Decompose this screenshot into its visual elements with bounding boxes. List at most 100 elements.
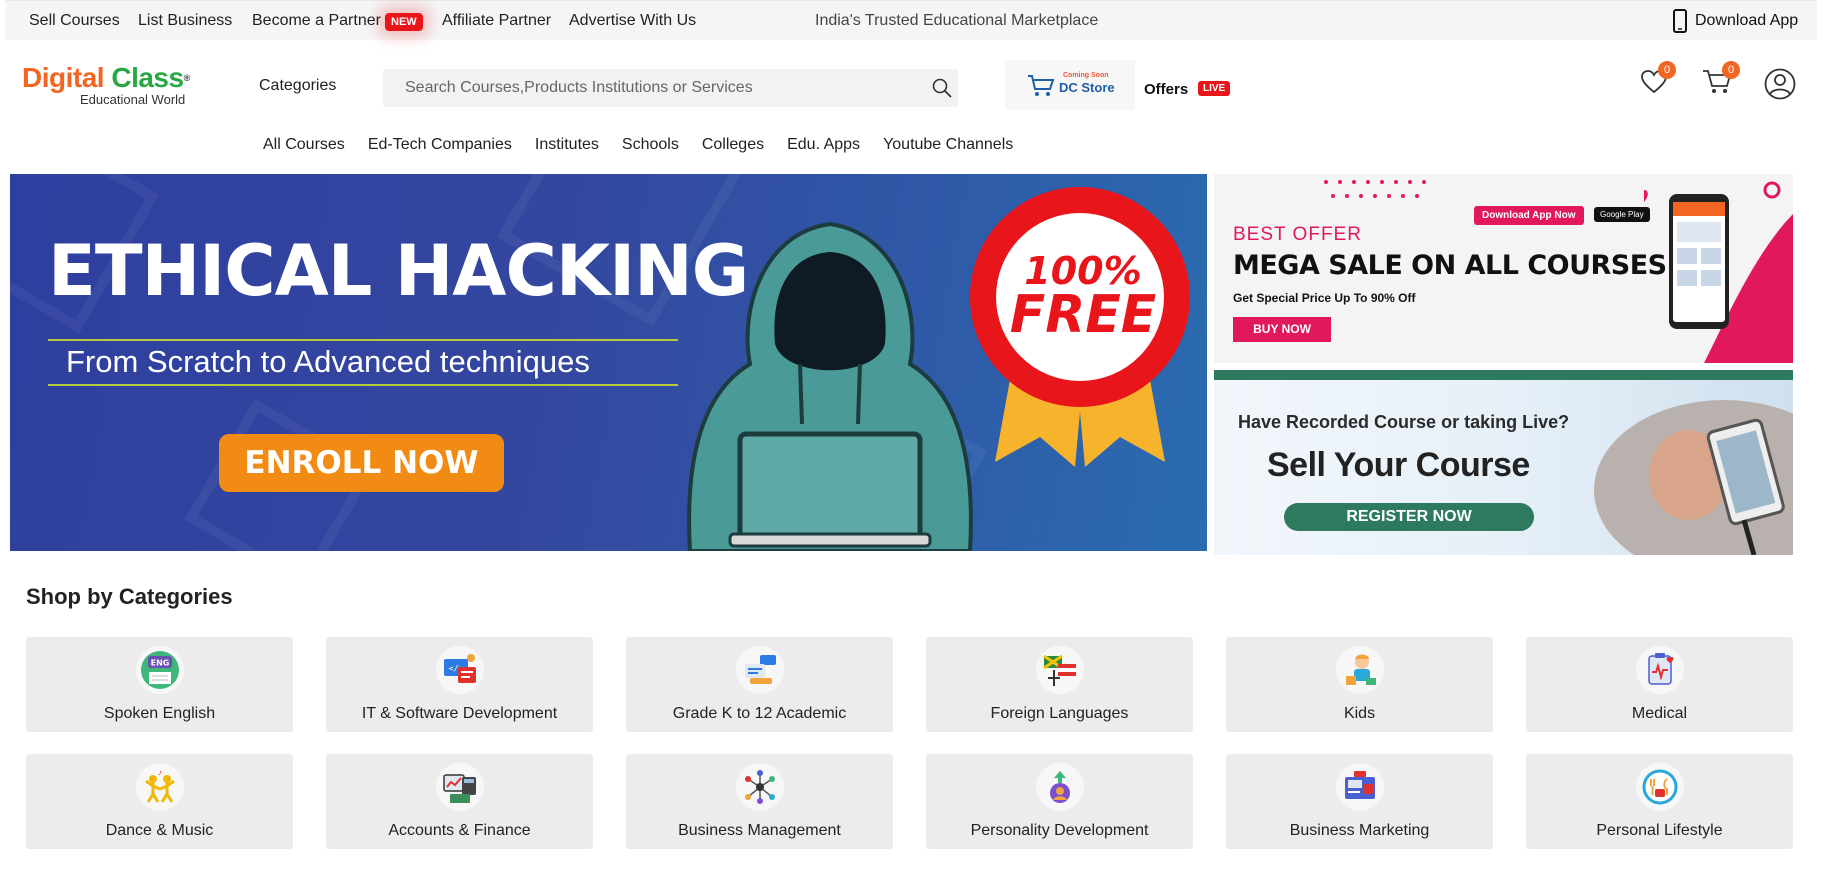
promo2-kicker: Have Recorded Course or taking Live? — [1238, 412, 1570, 432]
category-card-grade-k12[interactable]: Grade K to 12 Academic — [626, 637, 893, 732]
download-app-now-button[interactable]: Download App Now — [1474, 206, 1584, 225]
logo[interactable]: Digital Class® Educational World — [22, 64, 202, 110]
medical-icon — [1635, 646, 1684, 694]
nav-youtube-channels[interactable]: Youtube Channels — [883, 136, 1013, 154]
enroll-now-button[interactable]: ENROLL NOW — [219, 434, 504, 492]
categories-menu[interactable]: Categories — [259, 77, 336, 95]
promo1-headline: MEGA SALE ON ALL COURSES — [1233, 250, 1667, 281]
category-label: Accounts & Finance — [388, 822, 531, 839]
category-label: Personality Development — [970, 822, 1149, 839]
finance-icon — [435, 763, 484, 811]
category-card-business-marketing[interactable]: Business Marketing — [1226, 754, 1493, 849]
cart-button[interactable]: 0 — [1702, 61, 1740, 101]
wishlist-count: 0 — [1658, 61, 1676, 79]
buy-now-button[interactable]: BUY NOW — [1233, 317, 1331, 342]
affiliate-partner-link[interactable]: Affiliate Partner — [442, 12, 551, 30]
dc-store-soon: Coming Soon — [1063, 72, 1109, 79]
account-button[interactable] — [1764, 68, 1796, 105]
category-card-business-management[interactable]: Business Management — [626, 754, 893, 849]
register-now-button[interactable]: REGISTER NOW — [1284, 503, 1534, 531]
category-label: Dance & Music — [105, 822, 214, 839]
hacker-illustration — [687, 221, 973, 551]
category-label: IT & Software Development — [361, 705, 558, 722]
new-badge: NEW — [385, 13, 423, 31]
category-label: Personal Lifestyle — [1596, 822, 1723, 839]
network-icon — [735, 763, 784, 811]
promo1-sub: Get Special Price Up To 90% Off — [1233, 291, 1416, 305]
download-app-button[interactable]: Download App — [1673, 9, 1798, 33]
nav-schools[interactable]: Schools — [622, 136, 679, 154]
dance-icon: ♪ — [135, 763, 184, 811]
category-label: Foreign Languages — [990, 705, 1129, 722]
category-card-foreign-languages[interactable]: Foreign Languages — [926, 637, 1193, 732]
category-card-accounts-finance[interactable]: Accounts & Finance — [326, 754, 593, 849]
category-label: Spoken English — [103, 705, 216, 722]
dc-store-name: DC Store — [1059, 80, 1115, 95]
code-icon: </> — [435, 646, 484, 694]
svg-text:ENG: ENG — [150, 659, 169, 668]
lifestyle-icon — [1635, 763, 1684, 811]
hero-divider — [48, 384, 678, 386]
seal-bottom-text: FREE — [1010, 285, 1157, 345]
cart-store-icon — [1028, 75, 1055, 96]
user-icon — [1764, 68, 1796, 100]
search-bar — [383, 69, 958, 107]
download-app-label: Download App — [1695, 12, 1799, 29]
category-card-it-software[interactable]: </> IT & Software Development — [326, 637, 593, 732]
academic-icon — [735, 646, 784, 694]
search-icon[interactable] — [932, 78, 952, 103]
categories-grid: ENG Spoken English </> IT & Software Dev… — [26, 637, 1793, 849]
category-card-medical[interactable]: Medical — [1526, 637, 1793, 732]
category-card-spoken-english[interactable]: ENG Spoken English — [26, 637, 293, 732]
top-bar: Sell Courses List Business Become a Part… — [5, 0, 1817, 40]
tagline: India's Trusted Educational Marketplace — [815, 12, 1099, 29]
list-business-link[interactable]: List Business — [138, 12, 232, 30]
dots-decor — [1324, 180, 1426, 198]
free-seal-badge: 100% FREE — [970, 187, 1190, 467]
category-card-kids[interactable]: Kids — [1226, 637, 1493, 732]
eng-icon: ENG — [135, 646, 184, 694]
phone-icon — [1673, 9, 1687, 33]
category-label: Business Marketing — [1289, 822, 1430, 839]
live-badge: LIVE — [1198, 81, 1231, 96]
nav-edtech-companies[interactable]: Ed-Tech Companies — [368, 136, 512, 154]
nav-colleges[interactable]: Colleges — [702, 136, 764, 154]
become-partner-link[interactable]: Become a Partner — [252, 12, 381, 30]
main-nav: All Courses Ed-Tech Companies Institutes… — [263, 136, 1036, 154]
sell-course-banner[interactable]: Have Recorded Course or taking Live? Sel… — [1214, 370, 1793, 555]
promo1-kicker: BEST OFFER — [1233, 224, 1362, 245]
nav-all-courses[interactable]: All Courses — [263, 136, 345, 154]
phone-recording-photo — [1594, 400, 1793, 555]
nav-institutes[interactable]: Institutes — [535, 136, 599, 154]
category-label: Grade K to 12 Academic — [672, 705, 847, 722]
cart-count: 0 — [1722, 61, 1740, 79]
hero-banner[interactable]: ETHICAL HACKING From Scratch to Advanced… — [10, 174, 1207, 551]
phone-illustration — [1644, 181, 1793, 363]
nav-edu-apps[interactable]: Edu. Apps — [787, 136, 860, 154]
mega-sale-banner[interactable]: BEST OFFER MEGA SALE ON ALL COURSES Get … — [1214, 174, 1793, 363]
category-card-personal-lifestyle[interactable]: Personal Lifestyle — [1526, 754, 1793, 849]
offers-link[interactable]: Offers — [1144, 81, 1188, 98]
dc-store-link[interactable]: Coming Soon DC Store — [1005, 60, 1135, 110]
category-card-dance-music[interactable]: ♪ Dance & Music — [26, 754, 293, 849]
category-label: Kids — [1343, 705, 1376, 722]
hero-subtitle: From Scratch to Advanced techniques — [66, 344, 590, 379]
kids-icon — [1335, 646, 1384, 694]
flags-icon — [1035, 646, 1084, 694]
category-label: Business Management — [678, 822, 841, 839]
svg-text:♪: ♪ — [158, 768, 162, 777]
google-play-badge[interactable]: Google Play — [1594, 207, 1650, 222]
categories-title: Shop by Categories — [26, 584, 233, 609]
promo2-headline: Sell Your Course — [1267, 446, 1530, 484]
wishlist-button[interactable]: 0 — [1640, 61, 1676, 101]
sell-courses-link[interactable]: Sell Courses — [29, 12, 120, 30]
growth-icon — [1035, 763, 1084, 811]
logo-wordmark: Digital Class® — [22, 62, 190, 93]
advertise-link[interactable]: Advertise With Us — [569, 12, 696, 30]
category-card-personality-development[interactable]: Personality Development — [926, 754, 1193, 849]
logo-tagline: Educational World — [80, 92, 186, 107]
hero-title: ETHICAL HACKING — [48, 230, 749, 312]
search-input[interactable] — [383, 69, 923, 107]
category-label: Medical — [1631, 705, 1688, 722]
hero-divider — [48, 339, 678, 341]
